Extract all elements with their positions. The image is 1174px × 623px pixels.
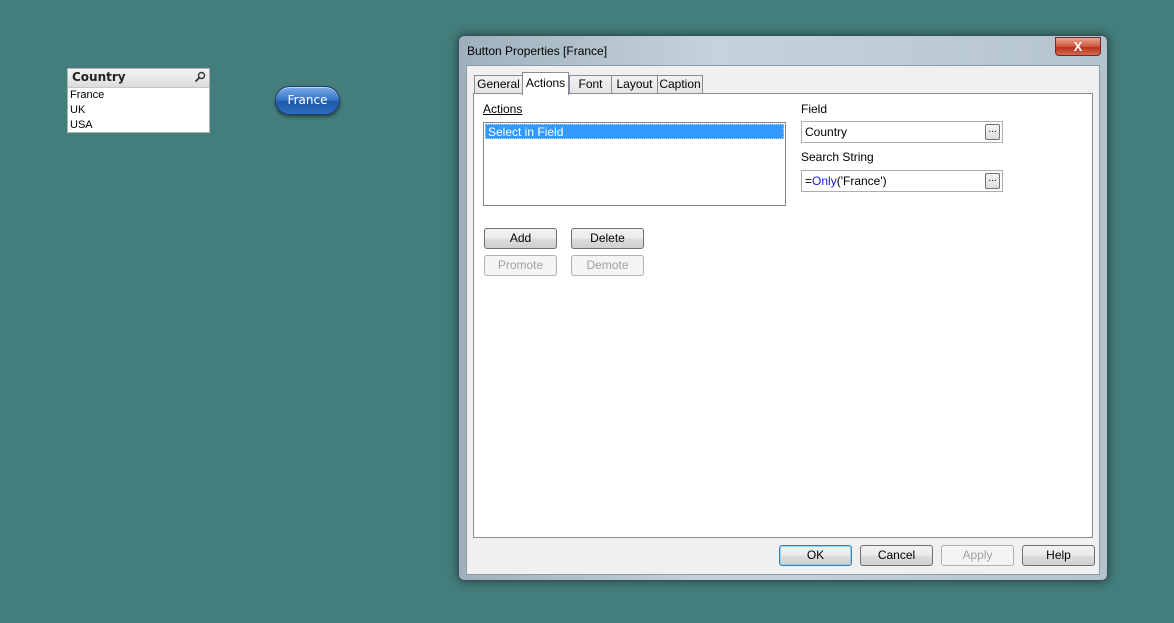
france-sheet-button[interactable]: France xyxy=(275,86,340,115)
country-listbox[interactable]: Country France UK USA xyxy=(67,68,210,133)
button-properties-dialog: Button Properties [France] X General Act… xyxy=(458,35,1108,581)
cancel-button[interactable]: Cancel xyxy=(860,545,933,566)
field-browse-button[interactable]: ... xyxy=(985,124,1000,140)
expression-function: Only xyxy=(812,174,837,188)
tab-actions[interactable]: Actions xyxy=(522,72,569,95)
field-input[interactable]: Country ... xyxy=(801,121,1003,143)
field-label: Field xyxy=(801,102,828,116)
actions-list[interactable]: Select in Field xyxy=(483,122,786,206)
tab-caption[interactable]: Caption xyxy=(657,75,703,93)
tab-general[interactable]: General xyxy=(474,75,523,93)
search-icon[interactable] xyxy=(194,71,206,83)
dialog-title: Button Properties [France] xyxy=(467,44,608,58)
delete-button[interactable]: Delete xyxy=(571,228,644,249)
dialog-titlebar[interactable]: Button Properties [France] X xyxy=(459,36,1107,64)
listbox-item-france[interactable]: France xyxy=(68,88,209,103)
dialog-client-area: General Actions Font Layout Caption Acti… xyxy=(466,65,1100,575)
listbox-title: Country xyxy=(72,70,126,84)
search-string-input[interactable]: =Only('France') ... xyxy=(801,170,1003,192)
expression-args: ('France') xyxy=(836,174,887,188)
listbox-item-usa[interactable]: USA xyxy=(68,118,209,133)
promote-button[interactable]: Promote xyxy=(484,255,557,276)
search-string-label: Search String xyxy=(801,150,874,164)
ok-button[interactable]: OK xyxy=(779,545,852,566)
listbox-item-uk[interactable]: UK xyxy=(68,103,209,118)
search-string-value: =Only('France') xyxy=(805,174,887,188)
list-item[interactable]: Select in Field xyxy=(485,124,784,139)
expression-prefix: = xyxy=(805,174,813,188)
search-string-browse-button[interactable]: ... xyxy=(985,173,1000,189)
close-button[interactable]: X xyxy=(1055,37,1101,56)
actions-tab-page: Actions Select in Field Field Country ..… xyxy=(473,93,1093,538)
close-icon: X xyxy=(1073,39,1083,54)
actions-label: Actions xyxy=(483,102,523,116)
field-value: Country xyxy=(805,125,848,139)
tab-layout[interactable]: Layout xyxy=(611,75,658,93)
apply-button[interactable]: Apply xyxy=(941,545,1014,566)
add-button[interactable]: Add xyxy=(484,228,557,249)
help-button[interactable]: Help xyxy=(1022,545,1095,566)
tab-font[interactable]: Font xyxy=(569,75,612,93)
listbox-caption[interactable]: Country xyxy=(68,69,209,88)
demote-button[interactable]: Demote xyxy=(571,255,644,276)
